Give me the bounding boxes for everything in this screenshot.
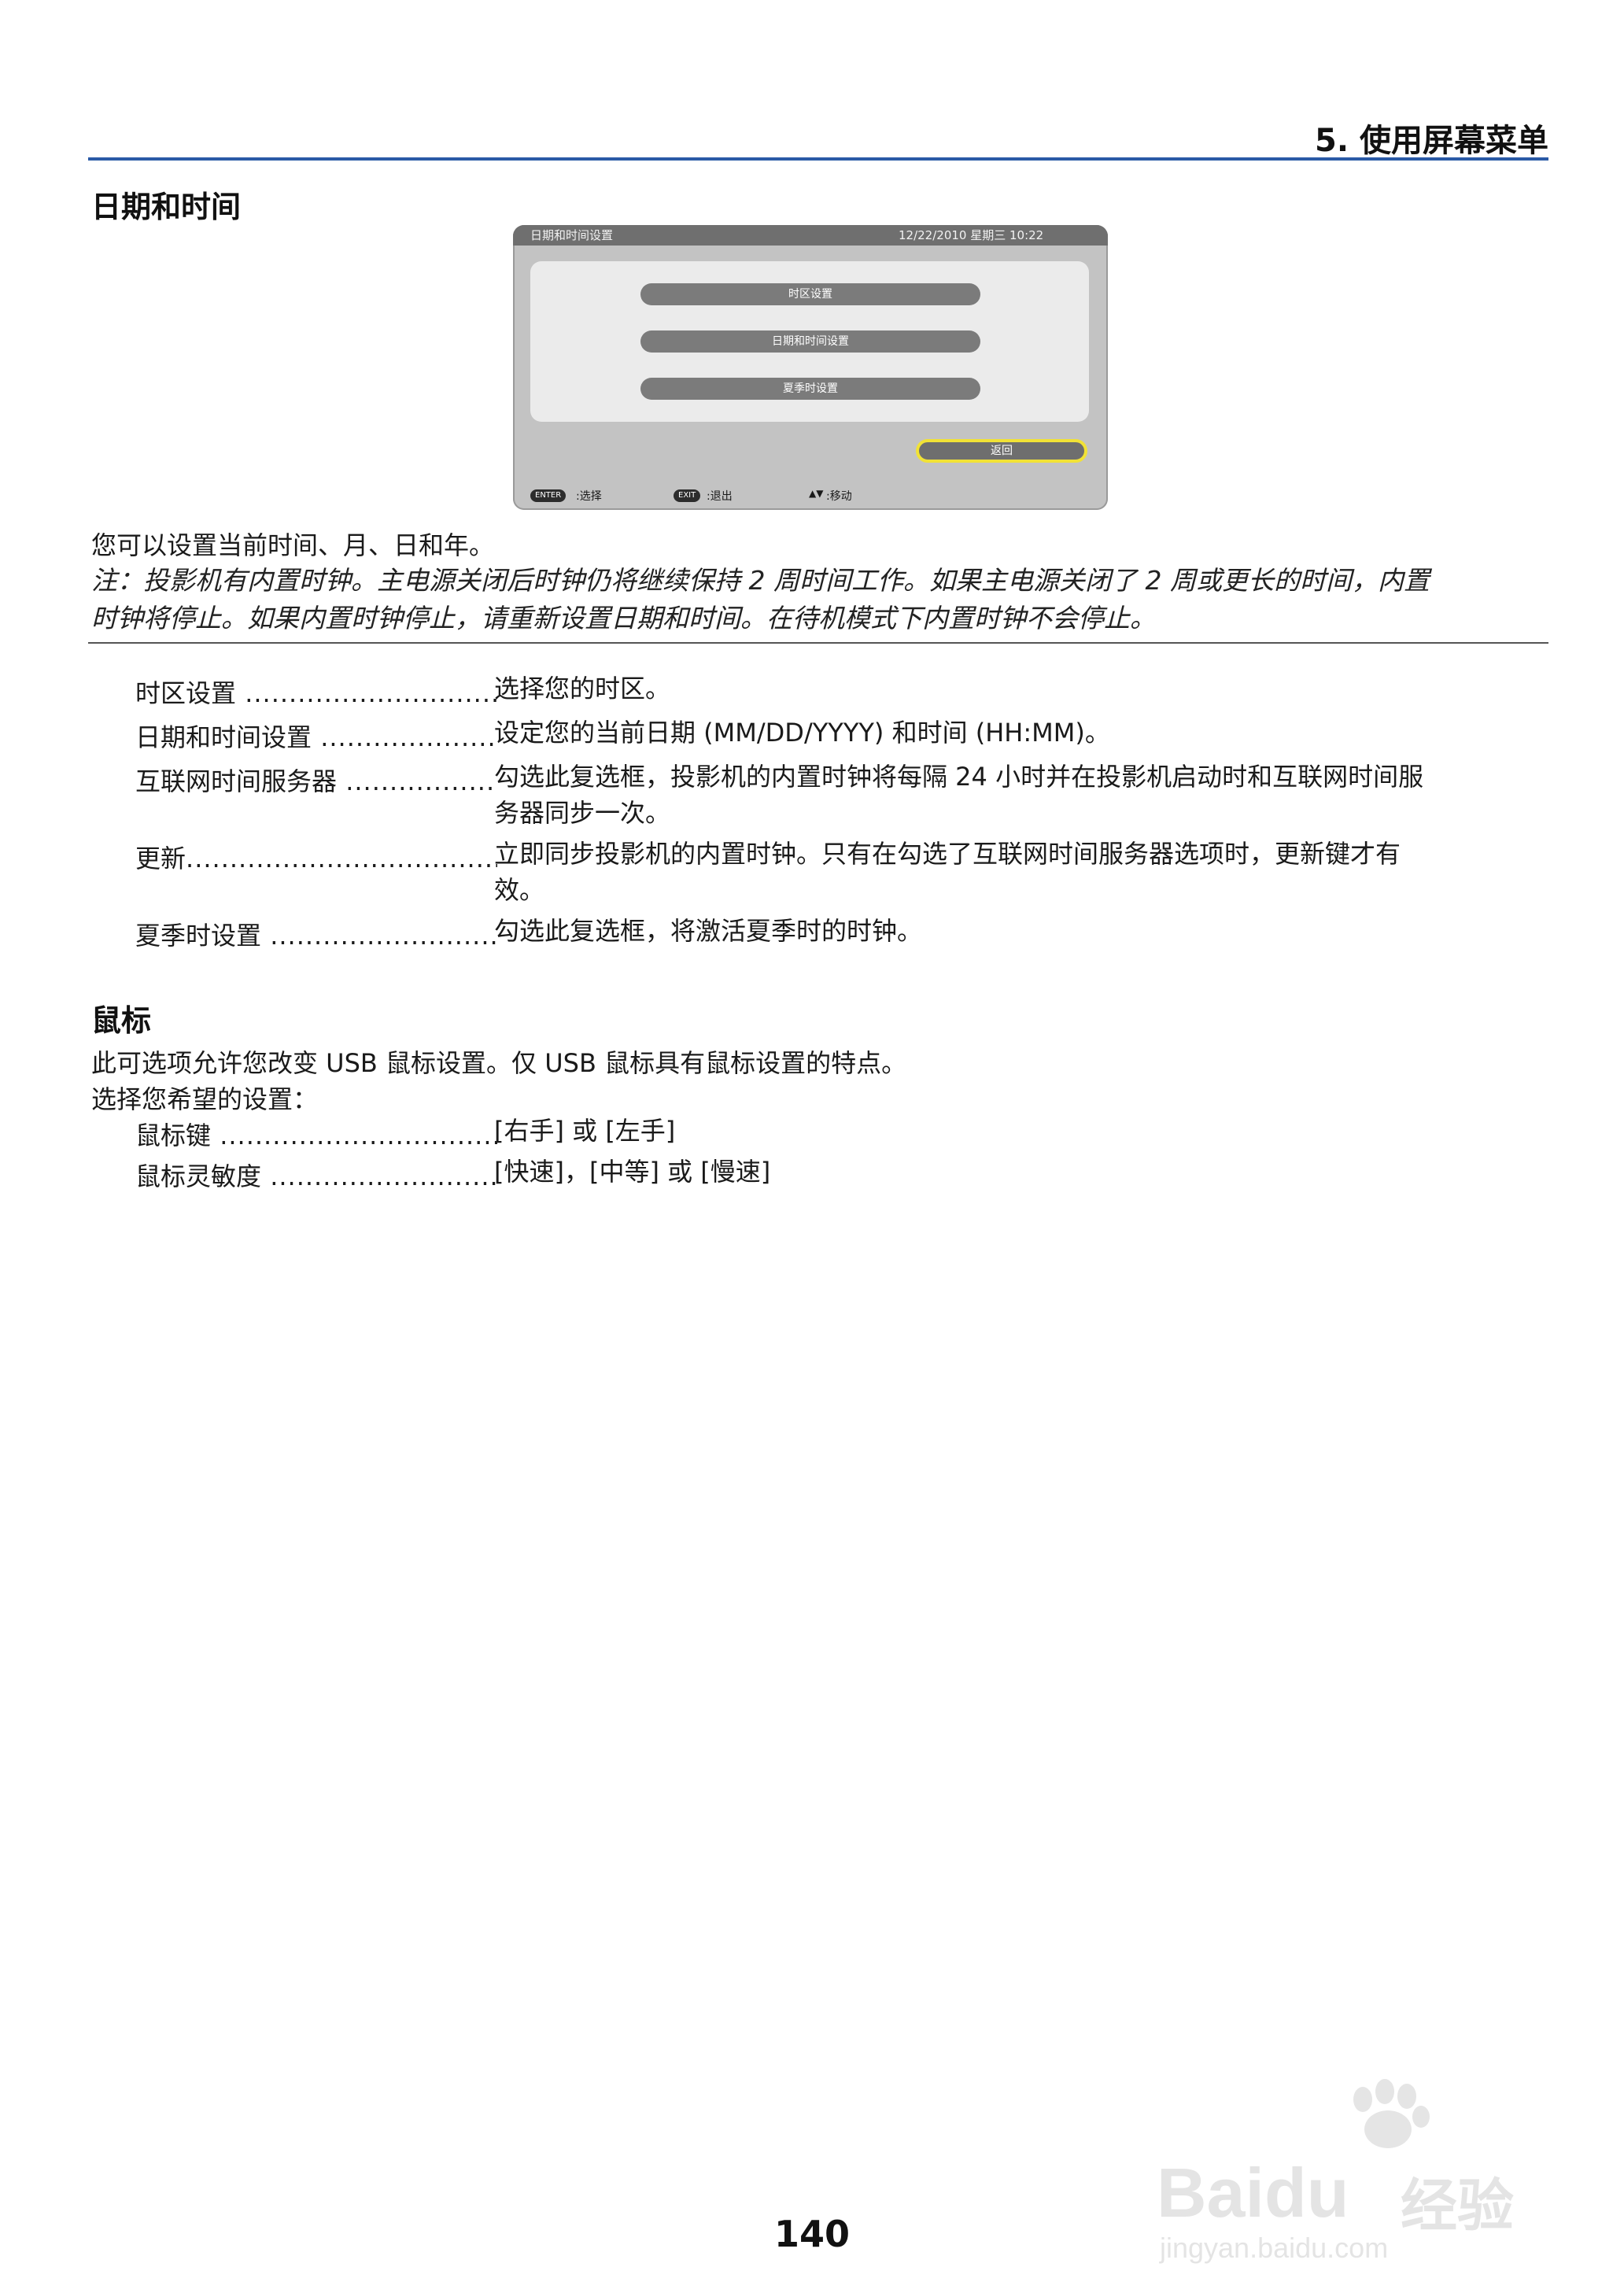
list-item-term: 互联网时间服务器 ...............................… — [135, 766, 497, 796]
osd-footer: ENTER :选择 EXIT :退出 ▲▼ :移动 — [513, 482, 1108, 510]
list-item-desc: 选择您的时区。 — [494, 674, 671, 703]
up-down-arrow-icon: ▲▼ — [809, 488, 824, 499]
list-item-term: 时区设置 ...................................… — [135, 678, 497, 708]
osd-title-bar: 日期和时间设置 12/22/2010 星期三 10:22 — [513, 225, 1108, 246]
osd-back-button[interactable]: 返回 — [916, 439, 1087, 463]
mouse-choose-text: 选择您希望的设置： — [91, 1084, 319, 1114]
osd-datetime: 12/22/2010 星期三 10:22 — [899, 228, 1044, 242]
section-title-datetime: 日期和时间 — [91, 190, 242, 224]
osd-title: 日期和时间设置 — [530, 228, 614, 242]
osd-footer-enter-label: :选择 — [576, 490, 602, 503]
osd-dst-button[interactable]: 夏季时设置 — [640, 378, 980, 400]
note-line: 时钟将停止。如果内置时钟停止，请重新设置日期和时间。在待机模式下内置时钟不会停止… — [91, 603, 1156, 633]
osd-datetime-button[interactable]: 日期和时间设置 — [640, 330, 980, 353]
osd-footer-move-label: :移动 — [826, 490, 852, 503]
list-item-desc: [右手] 或 [左手] — [494, 1116, 676, 1146]
list-item-desc: 设定您的当前日期 (MM/DD/YYYY) 和时间 (HH:MM)。 — [494, 718, 1110, 748]
list-item-term: 更新......................................… — [135, 844, 497, 873]
list-item-term: 夏季时设置 ..................................… — [135, 921, 497, 951]
list-item-desc: 勾选此复选框，投影机的内置时钟将每隔 24 小时并在投影机启动时和互联网时间服 … — [494, 762, 1424, 828]
osd-panel: 时区设置 日期和时间设置 夏季时设置 — [530, 261, 1089, 422]
osd-timezone-button[interactable]: 时区设置 — [640, 283, 980, 305]
page-number: 140 — [773, 2213, 851, 2255]
intro-text: 您可以设置当前时间、月、日和年。 — [91, 530, 495, 560]
osd-footer-exit-label: :退出 — [707, 490, 733, 503]
section-title-mouse: 鼠标 — [91, 1003, 152, 1038]
chapter-title: 5. 使用屏幕菜单 — [1315, 123, 1548, 159]
list-item-desc: 立即同步投影机的内置时钟。只有在勾选了互联网时间服务器选项时，更新键才有 效。 — [494, 839, 1401, 905]
list-item-term: 日期和时间设置 ................................… — [135, 722, 497, 752]
note-rule — [88, 642, 1548, 644]
list-item-term: 鼠标键 ....................................… — [135, 1121, 497, 1150]
note-line: 注：投影机有内置时钟。主电源关闭后时钟仍将继续保持 2 周时间工作。如果主电源关… — [91, 565, 1430, 596]
exit-key-icon: EXIT — [674, 489, 701, 502]
list-item-desc: [快速]，[中等] 或 [慢速] — [494, 1157, 771, 1187]
osd-screenshot: 日期和时间设置 12/22/2010 星期三 10:22 时区设置 日期和时间设… — [513, 225, 1108, 510]
enter-key-icon: ENTER — [530, 489, 567, 502]
mouse-intro-text: 此可选项允许您改变 USB 鼠标设置。仅 USB 鼠标具有鼠标设置的特点。 — [91, 1048, 907, 1078]
list-item-term: 鼠标灵敏度 ..................................… — [135, 1161, 497, 1191]
list-item-desc: 勾选此复选框，将激活夏季时的时钟。 — [494, 916, 923, 946]
note-block: 注：投影机有内置时钟。主电源关闭后时钟仍将继续保持 2 周时间工作。如果主电源关… — [91, 562, 1552, 637]
header-rule — [88, 157, 1548, 161]
